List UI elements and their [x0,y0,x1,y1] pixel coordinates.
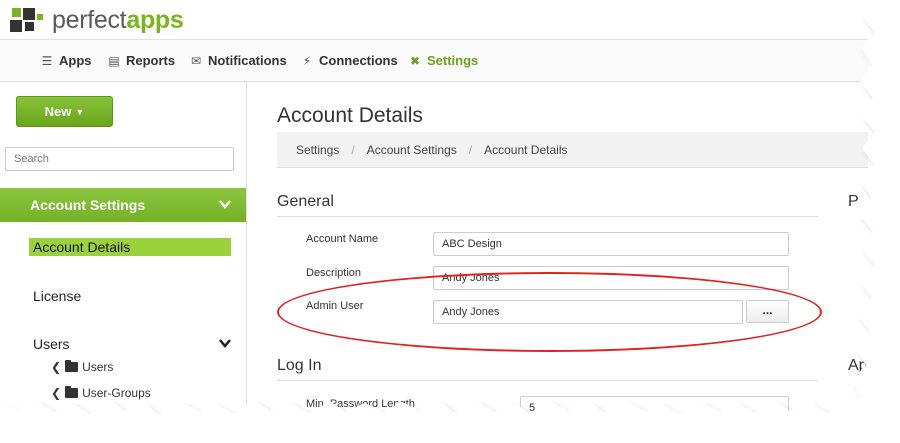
breadcrumb-item[interactable]: Settings [296,143,339,157]
sidebar-section-account-settings[interactable]: Account Settings [0,188,246,222]
inbox-icon: ✉ [190,53,202,68]
chevron-left-icon: ❮ [51,360,62,374]
min-password-length-input[interactable] [520,396,789,420]
plug-icon: ⚡ [302,53,312,68]
folder-icon [65,386,79,398]
sidebar-item-account-details[interactable]: Account Details [29,238,231,256]
chevron-left-icon: ❮ [51,386,62,400]
brand-bar: perfectapps [0,0,868,40]
apps-list-icon: ☰ [41,53,53,68]
account-name-label: Account Name [306,233,379,245]
new-button[interactable]: New ▼ [16,96,113,127]
breadcrumb-item[interactable]: Account Settings [367,143,457,157]
nav-connections[interactable]: ⚡ Connections [300,53,398,68]
app-window: perfectapps ☰ Apps ▤ Reports ✉ Notificat… [0,0,868,420]
divider [277,380,818,381]
breadcrumb-separator: / [468,142,473,157]
sidebar-subitem-user-groups[interactable]: ❮ User-Groups [51,386,151,400]
folder-icon [65,360,79,372]
sidebar: New ▼ Account Settings Account Details L… [0,82,247,420]
sidebar-search-input[interactable] [5,147,234,171]
sidebar-item-license[interactable]: License [33,288,81,304]
nav-reports[interactable]: ▤ Reports [107,53,175,68]
main-content: Account Details Settings / Account Setti… [248,82,868,420]
red-highlight-ellipse [277,272,822,352]
nav-settings[interactable]: ✖ Settings [408,53,478,68]
breadcrumb: Settings / Account Settings / Account De… [277,132,868,168]
right-section-title: P [848,193,859,210]
account-name-input[interactable] [433,232,789,256]
perfectapps-logo-icon [8,6,48,36]
caret-down-icon: ▼ [75,106,85,117]
top-nav: ☰ Apps ▤ Reports ✉ Notifications ⚡ Conne… [0,40,868,82]
tools-icon: ✖ [409,53,421,68]
chevron-down-icon [219,200,231,209]
page-title: Account Details [277,104,423,127]
description-label: Description [306,267,362,279]
bar-chart-icon: ▤ [108,53,120,68]
brand-logo-text[interactable]: perfectapps [52,6,184,35]
nav-notifications[interactable]: ✉ Notifications [189,53,287,68]
general-section-title: General [277,193,334,210]
breadcrumb-item: Account Details [484,142,568,157]
right-section-title: Ap [848,357,868,374]
divider [277,216,818,217]
sidebar-item-users[interactable]: Users [33,336,70,352]
login-section-title: Log In [277,357,322,374]
nav-apps[interactable]: ☰ Apps [40,53,92,68]
sidebar-subitem-users[interactable]: ❮ Users [51,360,113,374]
breadcrumb-separator: / [351,142,355,157]
chevron-down-icon[interactable] [218,336,232,350]
min-password-length-label: Min. Password Length [306,398,415,410]
